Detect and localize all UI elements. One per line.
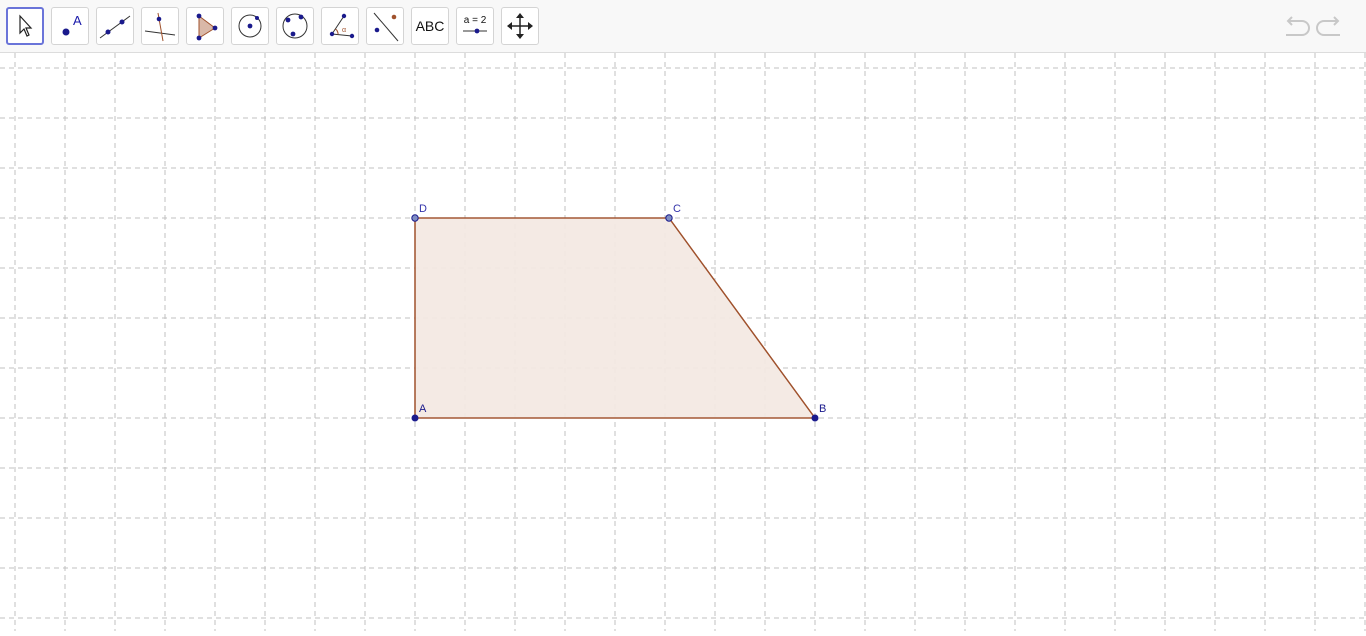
angle-tool-button[interactable]: α — [321, 7, 359, 45]
redo-button[interactable] — [1316, 14, 1346, 40]
polygon-abcd[interactable] — [414, 217, 817, 419]
svg-text:a = 2: a = 2 — [464, 15, 487, 26]
move-tool-button[interactable] — [6, 7, 44, 45]
reflect-tool-button[interactable] — [366, 7, 404, 45]
graphics-canvas[interactable]: A B C D — [0, 53, 1366, 631]
circle-center-tool-button[interactable] — [231, 7, 269, 45]
line-icon — [99, 15, 131, 39]
reflect-icon — [373, 12, 399, 42]
point-a[interactable] — [411, 414, 419, 422]
move-view-icon — [507, 13, 533, 39]
point-label-d: D — [419, 203, 427, 215]
point-d[interactable] — [411, 214, 419, 222]
graphics-view[interactable]: A B C D — [0, 53, 1366, 631]
move-view-tool-button[interactable] — [501, 7, 539, 45]
circle-three-points-tool-button[interactable] — [276, 7, 314, 45]
toolbar: A α ABC a = 2 — [0, 0, 1366, 53]
text-icon: ABC — [415, 18, 445, 34]
point-tool-button[interactable]: A — [51, 7, 89, 45]
arrow-cursor-icon — [19, 14, 33, 37]
point-label-c: C — [673, 203, 681, 215]
circle-center-icon — [238, 14, 262, 38]
undo-icon — [1286, 16, 1310, 36]
text-tool-button[interactable]: ABC — [411, 7, 449, 45]
svg-text:α: α — [342, 27, 346, 34]
slider-tool-button[interactable]: a = 2 — [456, 7, 494, 45]
perpendicular-line-tool-button[interactable] — [141, 7, 179, 45]
point-c[interactable] — [665, 214, 673, 222]
angle-icon: α — [329, 13, 355, 39]
line-tool-button[interactable] — [96, 7, 134, 45]
slider-icon: a = 2 — [463, 15, 487, 34]
polygon-tool-button[interactable] — [186, 7, 224, 45]
polygon-icon — [196, 13, 218, 41]
circle-three-points-icon — [282, 13, 308, 39]
point-b[interactable] — [811, 414, 819, 422]
perpendicular-line-icon — [144, 12, 176, 42]
undo-button[interactable] — [1280, 14, 1310, 40]
point-label-a: A — [419, 403, 427, 415]
redo-icon — [1316, 16, 1340, 36]
svg-text:A: A — [73, 13, 82, 28]
point-label-b: B — [819, 403, 826, 415]
point-icon: A — [62, 13, 82, 36]
